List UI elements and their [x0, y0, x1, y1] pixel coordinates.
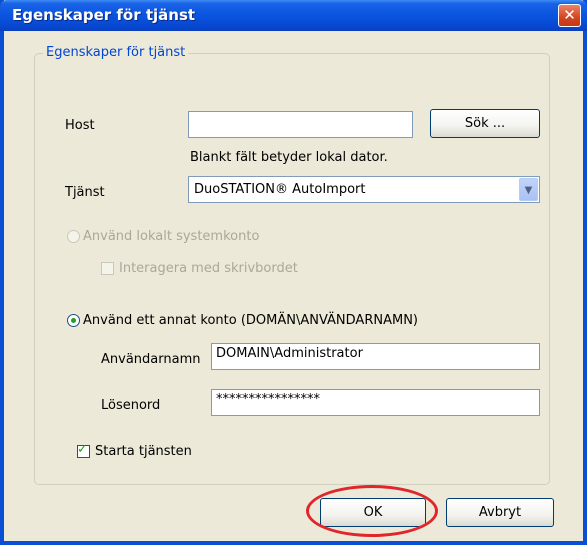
interact-desktop-checkbox[interactable] [101, 262, 114, 275]
close-button[interactable]: ✕ [558, 4, 581, 27]
service-label: Tjänst [65, 185, 105, 200]
service-dropdown[interactable]: DuoSTATION® AutoImport ▼ [188, 176, 540, 203]
title-bar[interactable]: Egenskaper för tjänst ✕ [0, 0, 587, 31]
host-input[interactable] [188, 111, 413, 138]
other-account-label: Använd ett annat konto (DOMÄN\ANVÄNDARNA… [83, 313, 418, 328]
start-service-label: Starta tjänsten [95, 444, 192, 459]
username-input[interactable]: DOMAIN\Administrator [211, 343, 540, 370]
cancel-button[interactable]: Avbryt [446, 498, 554, 527]
start-service-checkbox[interactable]: ✓ [77, 442, 90, 458]
chevron-down-icon[interactable]: ▼ [519, 178, 538, 201]
window-title: Egenskaper för tjänst [12, 6, 196, 24]
password-label: Lösenord [101, 398, 161, 413]
search-button[interactable]: Sök ... [430, 109, 540, 138]
username-label: Användarnamn [101, 352, 201, 367]
other-account-radio[interactable] [67, 314, 80, 327]
close-icon: ✕ [563, 6, 576, 24]
local-account-radio[interactable] [67, 230, 80, 243]
local-account-label: Använd lokalt systemkonto [83, 229, 260, 244]
highlight-annotation [306, 485, 438, 537]
interact-desktop-label: Interagera med skrivbordet [119, 261, 298, 276]
group-title: Egenskaper för tjänst [43, 45, 189, 60]
radio-selected-dot [71, 318, 76, 323]
password-input[interactable]: **************** [211, 389, 540, 416]
checkmark-icon: ✓ [77, 442, 88, 457]
host-hint: Blankt fält betyder lokal dator. [190, 150, 388, 165]
service-selected: DuoSTATION® AutoImport [194, 182, 366, 197]
host-label: Host [65, 118, 95, 133]
